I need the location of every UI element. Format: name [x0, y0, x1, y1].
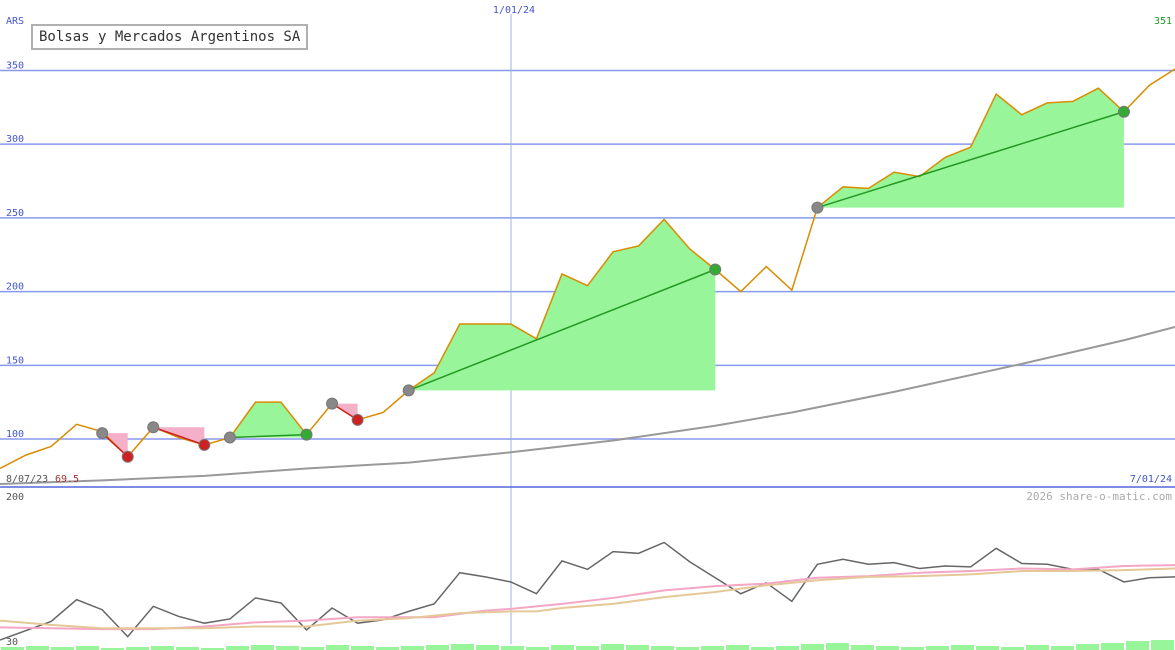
exit-point-gain [709, 263, 722, 276]
y-tick-label-200: 200 [6, 282, 24, 293]
volume-bar [1126, 641, 1149, 650]
start-date-label: 8/07/23 [6, 474, 48, 485]
volume-bar [251, 645, 274, 650]
exit-point-loss [121, 450, 134, 463]
volume-bar [801, 644, 824, 650]
volume-bar [1151, 640, 1174, 650]
last-value-label: 351 [1154, 16, 1172, 27]
indicator-top-tick: 200 [6, 492, 24, 503]
volume-bar [76, 646, 99, 650]
volume-bar [951, 645, 974, 650]
volume-bar [976, 646, 999, 650]
indicator-line-1 [0, 541, 1175, 641]
exit-point-gain [1117, 105, 1130, 118]
y-tick-label-100: 100 [6, 429, 24, 440]
volume-bar [401, 646, 424, 650]
volume-bar [601, 644, 624, 650]
volume-bar [1076, 644, 1099, 650]
entry-point [223, 431, 236, 444]
volume-bar [501, 646, 524, 650]
y-tick-label-350: 350 [6, 60, 24, 71]
indicator-bottom-tick: 30 [6, 637, 18, 648]
entry-point [402, 384, 415, 397]
volume-bar [476, 645, 499, 650]
volume-bar [626, 645, 649, 650]
volume-bar [1051, 646, 1074, 650]
chart-title: Bolsas y Mercados Argentinos SA [31, 24, 309, 50]
volume-bar [151, 646, 174, 650]
volume-bar [1101, 643, 1124, 650]
entry-point [96, 427, 109, 440]
volume-bar [826, 643, 849, 650]
y-tick-label-300: 300 [6, 134, 24, 145]
volume-bar [776, 646, 799, 650]
volume-bar [851, 645, 874, 650]
volume-bar [451, 644, 474, 650]
volume-bar [876, 646, 899, 650]
price-chart: 100 150 200 250 300 350 ARS 351 1/01/24 8/07/… [0, 5, 1175, 650]
entry-point [326, 397, 339, 410]
exit-point-gain [300, 428, 313, 441]
volume-bar [276, 646, 299, 650]
volume-bar [701, 646, 724, 650]
volume-bars [1, 640, 1174, 650]
volume-bar [926, 646, 949, 650]
volume-bar [226, 646, 249, 650]
watermark: 2026 share-o-matic.com [1026, 490, 1172, 503]
entry-point [811, 201, 824, 214]
volume-bar [426, 645, 449, 650]
volume-bar [651, 646, 674, 650]
y-tick-label-250: 250 [6, 208, 24, 219]
start-value-label: 69.5 [55, 474, 79, 485]
trade-region-gain [408, 219, 716, 391]
indicator-line-3 [0, 567, 1175, 630]
volume-bar [576, 646, 599, 650]
indicator-lines [0, 541, 1175, 641]
indicator-line-2 [0, 564, 1175, 631]
volume-bar [726, 645, 749, 650]
exit-point-loss [198, 438, 211, 451]
volume-bar [326, 645, 349, 650]
volume-bar [551, 645, 574, 650]
volume-bar [1026, 645, 1049, 650]
entry-point [147, 421, 160, 434]
end-date-label: 7/01/24 [1130, 474, 1172, 485]
y-tick-label-150: 150 [6, 355, 24, 366]
volume-bar [351, 646, 374, 650]
currency-label: ARS [6, 16, 24, 27]
mid-date-label: 1/01/24 [493, 5, 535, 16]
volume-bar [26, 646, 49, 650]
exit-point-loss [351, 413, 364, 426]
